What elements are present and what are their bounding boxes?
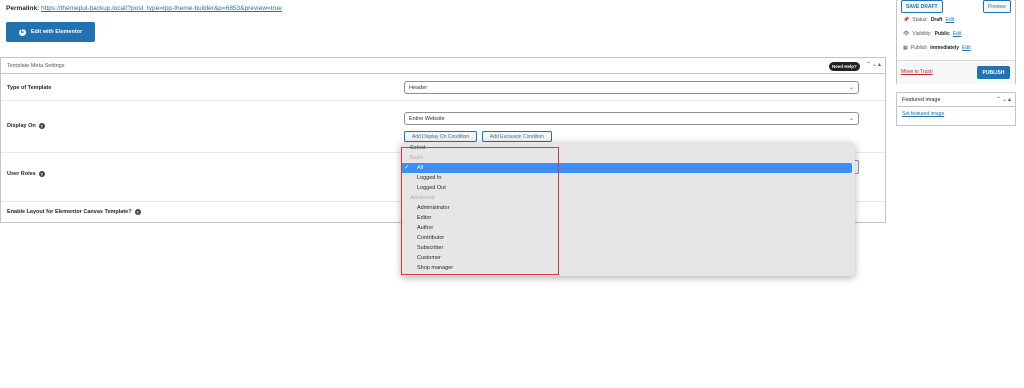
- type-of-template-text: Type of Template: [7, 85, 52, 91]
- edit-with-elementor-label: Edit with Elementor: [30, 29, 83, 35]
- pin-icon: 📌: [903, 17, 910, 23]
- enable-layout-label: Enable Layout for Elementor Canvas Templ…: [7, 209, 141, 215]
- chevron-down-icon: ⌄: [848, 85, 854, 91]
- display-on-select[interactable]: Entire Website ⌄: [404, 112, 859, 125]
- help-icon[interactable]: ?: [134, 209, 141, 215]
- help-icon[interactable]: ?: [38, 123, 45, 129]
- publish-footer: Move to Trash PUBLISH: [897, 60, 1015, 84]
- type-of-template-select[interactable]: Header ⌄: [404, 81, 859, 94]
- type-of-template-value: Header: [409, 84, 428, 91]
- publish-edit-link[interactable]: Edit: [962, 45, 971, 51]
- status-value: Draft: [930, 17, 943, 23]
- permalink-label: Permalink:: [6, 5, 40, 12]
- add-display-condition-button[interactable]: Add Display On Condition: [404, 131, 477, 142]
- move-to-trash-link[interactable]: Move to Trash: [901, 69, 933, 75]
- set-featured-image-link[interactable]: Set featured image: [902, 111, 944, 117]
- visibility-line: 👁 Visibility: Public Edit: [903, 31, 961, 37]
- visibility-value: Public: [934, 31, 950, 37]
- calendar-icon: ▦: [903, 45, 908, 51]
- publish-button[interactable]: PUBLISH: [977, 66, 1010, 79]
- display-on-text: Display On: [7, 123, 36, 129]
- featured-image-header: Featured image ⌃⌄▴: [897, 93, 1015, 107]
- metabox-header: Template Meta Settings Need Help? ⌃⌄▴: [1, 58, 885, 74]
- display-on-label: Display On ?: [7, 123, 45, 129]
- featured-image-title: Featured image: [902, 97, 941, 103]
- permalink-url[interactable]: https://themepul-backup.local/?post_type…: [41, 5, 282, 12]
- add-exclusion-condition-button[interactable]: Add Exclusion Condition: [482, 131, 552, 142]
- visibility-label: Visibility:: [912, 31, 932, 37]
- elementor-icon: E: [18, 28, 26, 36]
- publish-value: immediately: [930, 45, 960, 51]
- user-roles-select[interactable]: [855, 160, 859, 174]
- edit-with-elementor-button[interactable]: E Edit with Elementor: [6, 22, 95, 42]
- status-edit-link[interactable]: Edit: [945, 17, 954, 23]
- metabox-toggle-arrows[interactable]: ⌃⌄▴: [866, 61, 882, 68]
- enable-layout-text: Enable Layout for Elementor Canvas Templ…: [7, 209, 132, 215]
- row-divider: [1, 100, 885, 101]
- featured-toggle-arrows[interactable]: ⌃⌄▴: [996, 96, 1012, 103]
- user-roles-text: User Roles: [7, 171, 36, 177]
- highlight-rectangle: [401, 147, 559, 275]
- metabox-title: Template Meta Settings: [7, 63, 65, 69]
- status-label: Status:: [912, 17, 928, 23]
- need-help-button[interactable]: Need Help?: [829, 62, 860, 71]
- save-draft-button[interactable]: SAVE DRAFT: [901, 0, 943, 13]
- publish-date-line: ▦ Publish immediately Edit: [903, 45, 971, 51]
- status-line: 📌 Status: Draft Edit: [903, 17, 954, 23]
- featured-image-box: Featured image ⌃⌄▴ Set featured image: [896, 92, 1016, 126]
- type-of-template-label: Type of Template: [7, 85, 51, 91]
- publish-label: Publish: [910, 45, 928, 51]
- publish-box: SAVE DRAFT Preview 📌 Status: Draft Edit …: [896, 0, 1016, 84]
- permalink: Permalink: https://themepul-backup.local…: [6, 5, 282, 12]
- eye-icon: 👁: [903, 31, 910, 37]
- visibility-edit-link[interactable]: Edit: [953, 31, 962, 37]
- preview-button[interactable]: Preview: [983, 0, 1011, 13]
- display-on-value: Entire Website: [409, 115, 445, 122]
- chevron-down-icon: ⌄: [848, 116, 854, 122]
- help-icon[interactable]: ?: [38, 171, 45, 177]
- user-roles-label: User Roles ?: [7, 171, 45, 177]
